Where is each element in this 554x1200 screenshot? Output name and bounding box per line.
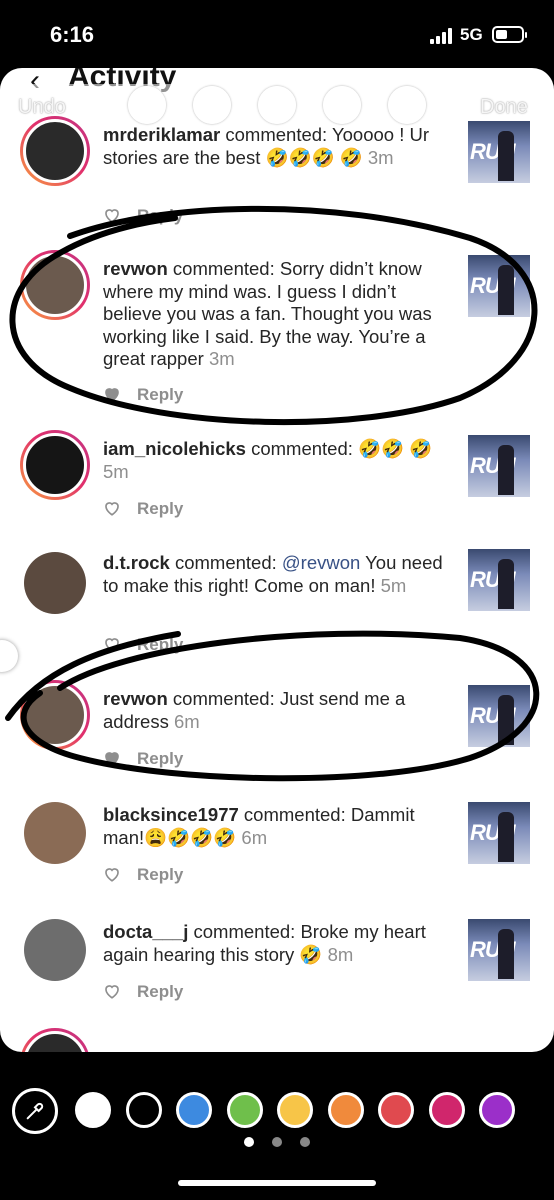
page-dot xyxy=(244,1137,254,1147)
battery-icon xyxy=(492,26,527,43)
page-dot xyxy=(272,1137,282,1147)
avatar[interactable] xyxy=(24,802,86,864)
post-thumbnail[interactable]: RUN xyxy=(468,685,530,747)
comment-time: 6m xyxy=(173,710,200,732)
comment-username[interactable]: docta___j xyxy=(103,921,188,942)
color-swatch[interactable] xyxy=(479,1092,515,1128)
color-swatch[interactable] xyxy=(176,1092,212,1128)
comment-time: 8m xyxy=(327,943,354,965)
avatar[interactable] xyxy=(20,116,90,186)
avatar[interactable] xyxy=(20,1028,90,1052)
post-thumbnail[interactable]: RUN xyxy=(468,802,530,864)
status-bar: 6:16 5G xyxy=(0,0,554,68)
comment-username[interactable]: blacksince1977 xyxy=(103,804,239,825)
heart-icon[interactable] xyxy=(103,982,121,1000)
arrow-pen-icon[interactable] xyxy=(193,86,231,124)
comment-text: blacksince1977 commented: Dammit man!😩🤣🤣… xyxy=(103,804,453,849)
post-thumbnail[interactable]: RUN xyxy=(468,255,530,317)
comment-action: commented: xyxy=(251,438,353,459)
color-swatch[interactable] xyxy=(428,1092,465,1128)
heart-icon[interactable] xyxy=(103,385,121,403)
comment-username[interactable]: revwon xyxy=(103,258,168,279)
reply-row: Reply xyxy=(103,385,183,405)
post-thumbnail[interactable]: RUN xyxy=(468,549,530,611)
avatar[interactable] xyxy=(24,919,86,981)
heart-icon[interactable] xyxy=(103,635,121,653)
comment-action: commented: xyxy=(243,804,346,825)
page-indicator xyxy=(0,1134,554,1148)
comment-text: revwon commented: Just send me a address… xyxy=(103,688,453,733)
reply-button[interactable]: Reply xyxy=(137,635,183,654)
pen-icon[interactable] xyxy=(128,86,166,124)
eraser-icon[interactable] xyxy=(388,86,426,124)
eyedropper-icon[interactable] xyxy=(12,1088,58,1134)
comment-time: 3m xyxy=(208,348,235,369)
avatar[interactable] xyxy=(20,250,90,320)
reply-row: Reply xyxy=(103,749,183,769)
signal-icon xyxy=(430,27,456,44)
color-swatch[interactable] xyxy=(125,1092,162,1128)
reply-button[interactable]: Reply xyxy=(137,749,183,768)
reply-button[interactable]: Reply xyxy=(137,982,183,1001)
color-palette xyxy=(0,1088,554,1138)
avatar[interactable] xyxy=(24,552,86,614)
reply-row: Reply xyxy=(103,499,183,519)
comment-action: commented: xyxy=(174,552,277,573)
comment-text: iam_nicolehicks commented: 🤣🤣 🤣 5m xyxy=(103,438,453,483)
comment-action: commented: xyxy=(225,124,328,145)
color-swatch[interactable] xyxy=(327,1092,364,1128)
comment-action: commented: xyxy=(193,921,296,942)
comment-text: d.t.rock commented: @revwon You need to … xyxy=(103,552,453,597)
page-dot xyxy=(300,1137,310,1147)
marker-icon[interactable] xyxy=(258,86,296,124)
heart-icon[interactable] xyxy=(103,499,121,517)
reply-button[interactable]: Reply xyxy=(137,865,183,884)
comment-text: mrderiklamar commented: Yooooo ! Ur stor… xyxy=(103,124,453,169)
battery-level xyxy=(496,30,507,39)
color-swatch[interactable] xyxy=(226,1092,263,1128)
drawer-handle[interactable] xyxy=(0,640,18,672)
post-thumbnail[interactable]: RUN xyxy=(468,919,530,981)
done-button[interactable]: Done xyxy=(480,96,528,119)
comment-action: commented: xyxy=(172,688,275,709)
avatar[interactable] xyxy=(20,430,90,500)
post-thumbnail[interactable]: RUN xyxy=(468,121,530,183)
comment-username[interactable]: d.t.rock xyxy=(103,552,170,573)
comment-username[interactable]: iam_nicolehicks xyxy=(103,438,246,459)
network-type: 5G xyxy=(460,25,483,44)
avatar[interactable] xyxy=(20,680,90,750)
comment-time: 5m xyxy=(103,460,129,482)
home-indicator xyxy=(178,1180,376,1186)
comment-body: 🤣🤣 🤣 xyxy=(358,438,433,459)
color-swatch[interactable] xyxy=(378,1092,414,1128)
comment-time: 3m xyxy=(367,146,394,168)
comment-username[interactable]: revwon xyxy=(103,688,168,709)
comment-username[interactable]: mrderiklamar xyxy=(103,124,220,145)
comment-text: docta___j commented: Broke my heart agai… xyxy=(103,921,453,966)
heart-icon[interactable] xyxy=(103,749,121,767)
neon-pen-icon[interactable] xyxy=(323,86,361,124)
reply-button[interactable]: Reply xyxy=(137,206,183,225)
color-swatch[interactable] xyxy=(277,1092,313,1128)
reply-button[interactable]: Reply xyxy=(137,385,183,404)
reply-row: Reply xyxy=(103,865,183,885)
comment-time: 6m xyxy=(241,826,268,848)
comment-time: 5m xyxy=(380,574,407,596)
color-swatch[interactable] xyxy=(75,1092,111,1128)
comment-action: commented: xyxy=(172,258,275,279)
reply-button[interactable]: Reply xyxy=(137,499,183,518)
status-time: 6:16 xyxy=(50,22,95,47)
post-thumbnail[interactable]: RUN xyxy=(468,435,530,497)
reply-row: Reply xyxy=(103,206,183,226)
heart-icon[interactable] xyxy=(103,865,121,883)
heart-icon[interactable] xyxy=(103,206,121,224)
activity-screen: ‹ Activity Undo Done mrderiklamar commen… xyxy=(0,68,554,1052)
comment-text: revwon commented: Sorry didn’t know wher… xyxy=(103,258,453,371)
reply-row: Reply xyxy=(103,635,183,655)
comment-mention[interactable]: @revwon xyxy=(282,552,360,573)
reply-row: Reply xyxy=(103,982,183,1002)
